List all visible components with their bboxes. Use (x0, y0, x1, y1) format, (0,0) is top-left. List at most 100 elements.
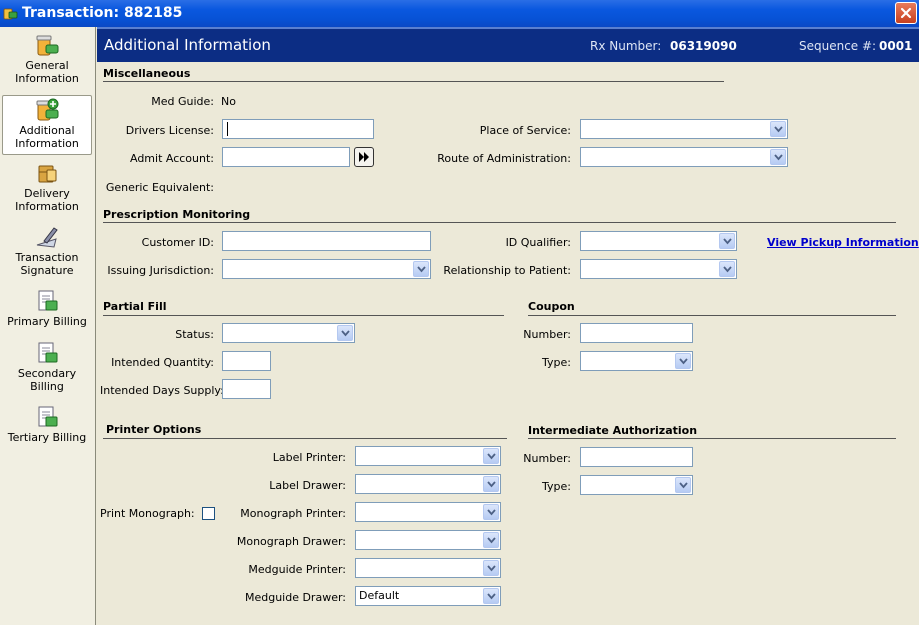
chevron-down-icon (770, 149, 786, 165)
label-drawer-label: Label Drawer: (269, 479, 346, 492)
place-of-service-select[interactable] (580, 119, 788, 139)
intended-days-supply-input[interactable] (222, 379, 271, 399)
id-qualifier-label: ID Qualifier: (505, 236, 571, 249)
miscellaneous-heading: Miscellaneous (103, 67, 191, 80)
customer-id-label: Customer ID: (141, 236, 214, 249)
chevron-down-icon (483, 560, 499, 576)
sequence-value: 0001 (879, 39, 913, 53)
place-of-service-label: Place of Service: (479, 124, 571, 137)
sidebar-item-general-information[interactable]: General Information (2, 31, 92, 91)
partial-fill-status-select[interactable] (222, 323, 355, 343)
print-monograph-label: Print Monograph: (100, 507, 195, 520)
billing-document-icon (38, 342, 58, 363)
sidebar-item-delivery-information[interactable]: Delivery Information (2, 159, 92, 219)
app-pill-icon (3, 8, 18, 20)
page-header: Additional Information Rx Number: 063190… (97, 27, 919, 62)
label-printer-select[interactable] (355, 446, 501, 466)
relationship-to-patient-label: Relationship to Patient: (443, 264, 571, 277)
chevron-down-icon (770, 121, 786, 137)
title-bar: Transaction: 882185 (0, 0, 919, 27)
close-button[interactable] (895, 2, 917, 24)
chevron-down-icon (337, 325, 353, 341)
sidebar-item-secondary-billing[interactable]: Secondary Billing (2, 339, 92, 399)
printer-options-heading: Printer Options (106, 423, 202, 436)
monograph-printer-select[interactable] (355, 502, 501, 522)
chevron-down-icon (483, 476, 499, 492)
sidebar: General Information Additional Informati… (0, 27, 96, 625)
intermediate-authorization-heading: Intermediate Authorization (528, 424, 698, 437)
sequence-label: Sequence #: (799, 39, 877, 53)
chevron-down-icon (675, 353, 691, 369)
generic-equivalent-label: Generic Equivalent: (105, 181, 214, 194)
route-of-administration-label: Route of Administration: (437, 152, 571, 165)
miscellaneous-divider (103, 81, 724, 82)
print-monograph-checkbox[interactable] (202, 507, 215, 520)
id-qualifier-select[interactable] (580, 231, 737, 251)
coupon-number-label: Number: (523, 328, 571, 341)
chevron-down-icon (719, 233, 735, 249)
rx-number-value: 06319090 (670, 39, 737, 53)
coupon-number-input[interactable] (580, 323, 693, 343)
label-printer-label: Label Printer: (272, 451, 346, 464)
fast-forward-icon (359, 152, 369, 162)
admit-account-input[interactable] (222, 147, 350, 167)
signature-pen-icon (36, 227, 58, 248)
partial-fill-status-label: Status: (175, 328, 214, 341)
medguide-drawer-label: Medguide Drawer: (244, 591, 346, 604)
printer-options-divider (103, 438, 507, 439)
coupon-type-select[interactable] (580, 351, 693, 371)
drivers-license-label: Drivers License: (125, 124, 214, 137)
window-title: Transaction: 882185 (22, 5, 183, 21)
monograph-drawer-select[interactable] (355, 530, 501, 550)
billing-document-icon (38, 290, 58, 311)
prescription-monitoring-heading: Prescription Monitoring (103, 208, 251, 221)
intermediate-type-select[interactable] (580, 475, 693, 495)
billing-document-icon (38, 406, 58, 427)
intended-days-supply-label: Intended Days Supply: (100, 384, 224, 397)
monograph-drawer-label: Monograph Drawer: (236, 535, 346, 548)
page-title: Additional Information (104, 36, 271, 54)
sidebar-item-additional-information[interactable]: Additional Information (2, 95, 92, 155)
med-guide-value: No (221, 95, 236, 108)
chevron-down-icon (675, 477, 691, 493)
coupon-type-label: Type: (542, 356, 571, 369)
drivers-license-input[interactable] (222, 119, 374, 139)
view-pickup-information-link[interactable]: View Pickup Information (767, 236, 919, 249)
medguide-printer-label: Medguide Printer: (248, 563, 346, 576)
intended-quantity-label: Intended Quantity: (111, 356, 214, 369)
text-cursor (227, 122, 228, 136)
admit-account-label: Admit Account: (129, 152, 214, 165)
admit-account-lookup-button[interactable] (354, 147, 374, 167)
intermediate-number-label: Number: (523, 452, 571, 465)
chevron-down-icon (719, 261, 735, 277)
chevron-down-icon (483, 588, 499, 604)
issuing-jurisdiction-label: Issuing Jurisdiction: (107, 264, 214, 277)
medguide-printer-select[interactable] (355, 558, 501, 578)
intended-quantity-input[interactable] (222, 351, 271, 371)
sidebar-item-primary-billing[interactable]: Primary Billing (2, 287, 92, 347)
intermediate-type-label: Type: (542, 480, 571, 493)
package-icon (38, 165, 57, 183)
intermediate-authorization-divider (528, 438, 896, 439)
partial-fill-divider (103, 315, 504, 316)
route-of-administration-select[interactable] (580, 147, 788, 167)
partial-fill-heading: Partial Fill (103, 300, 167, 313)
medguide-drawer-select[interactable]: Default (355, 586, 501, 606)
intermediate-number-input[interactable] (580, 447, 693, 467)
sidebar-item-transaction-signature[interactable]: Transaction Signature (2, 223, 92, 283)
chevron-down-icon (483, 532, 499, 548)
pill-bottle-icon (36, 35, 59, 56)
close-icon (900, 7, 912, 19)
relationship-to-patient-select[interactable] (580, 259, 737, 279)
med-guide-label: Med Guide: (151, 95, 214, 108)
rx-number-label: Rx Number: (590, 39, 662, 53)
chevron-down-icon (483, 504, 499, 520)
chevron-down-icon (483, 448, 499, 464)
prescription-monitoring-divider (103, 222, 896, 223)
label-drawer-select[interactable] (355, 474, 501, 494)
sidebar-item-tertiary-billing[interactable]: Tertiary Billing (2, 403, 92, 463)
coupon-heading: Coupon (528, 300, 575, 313)
coupon-divider (528, 315, 896, 316)
monograph-printer-label: Monograph Printer: (240, 507, 346, 520)
pill-bottle-add-icon (36, 98, 59, 121)
